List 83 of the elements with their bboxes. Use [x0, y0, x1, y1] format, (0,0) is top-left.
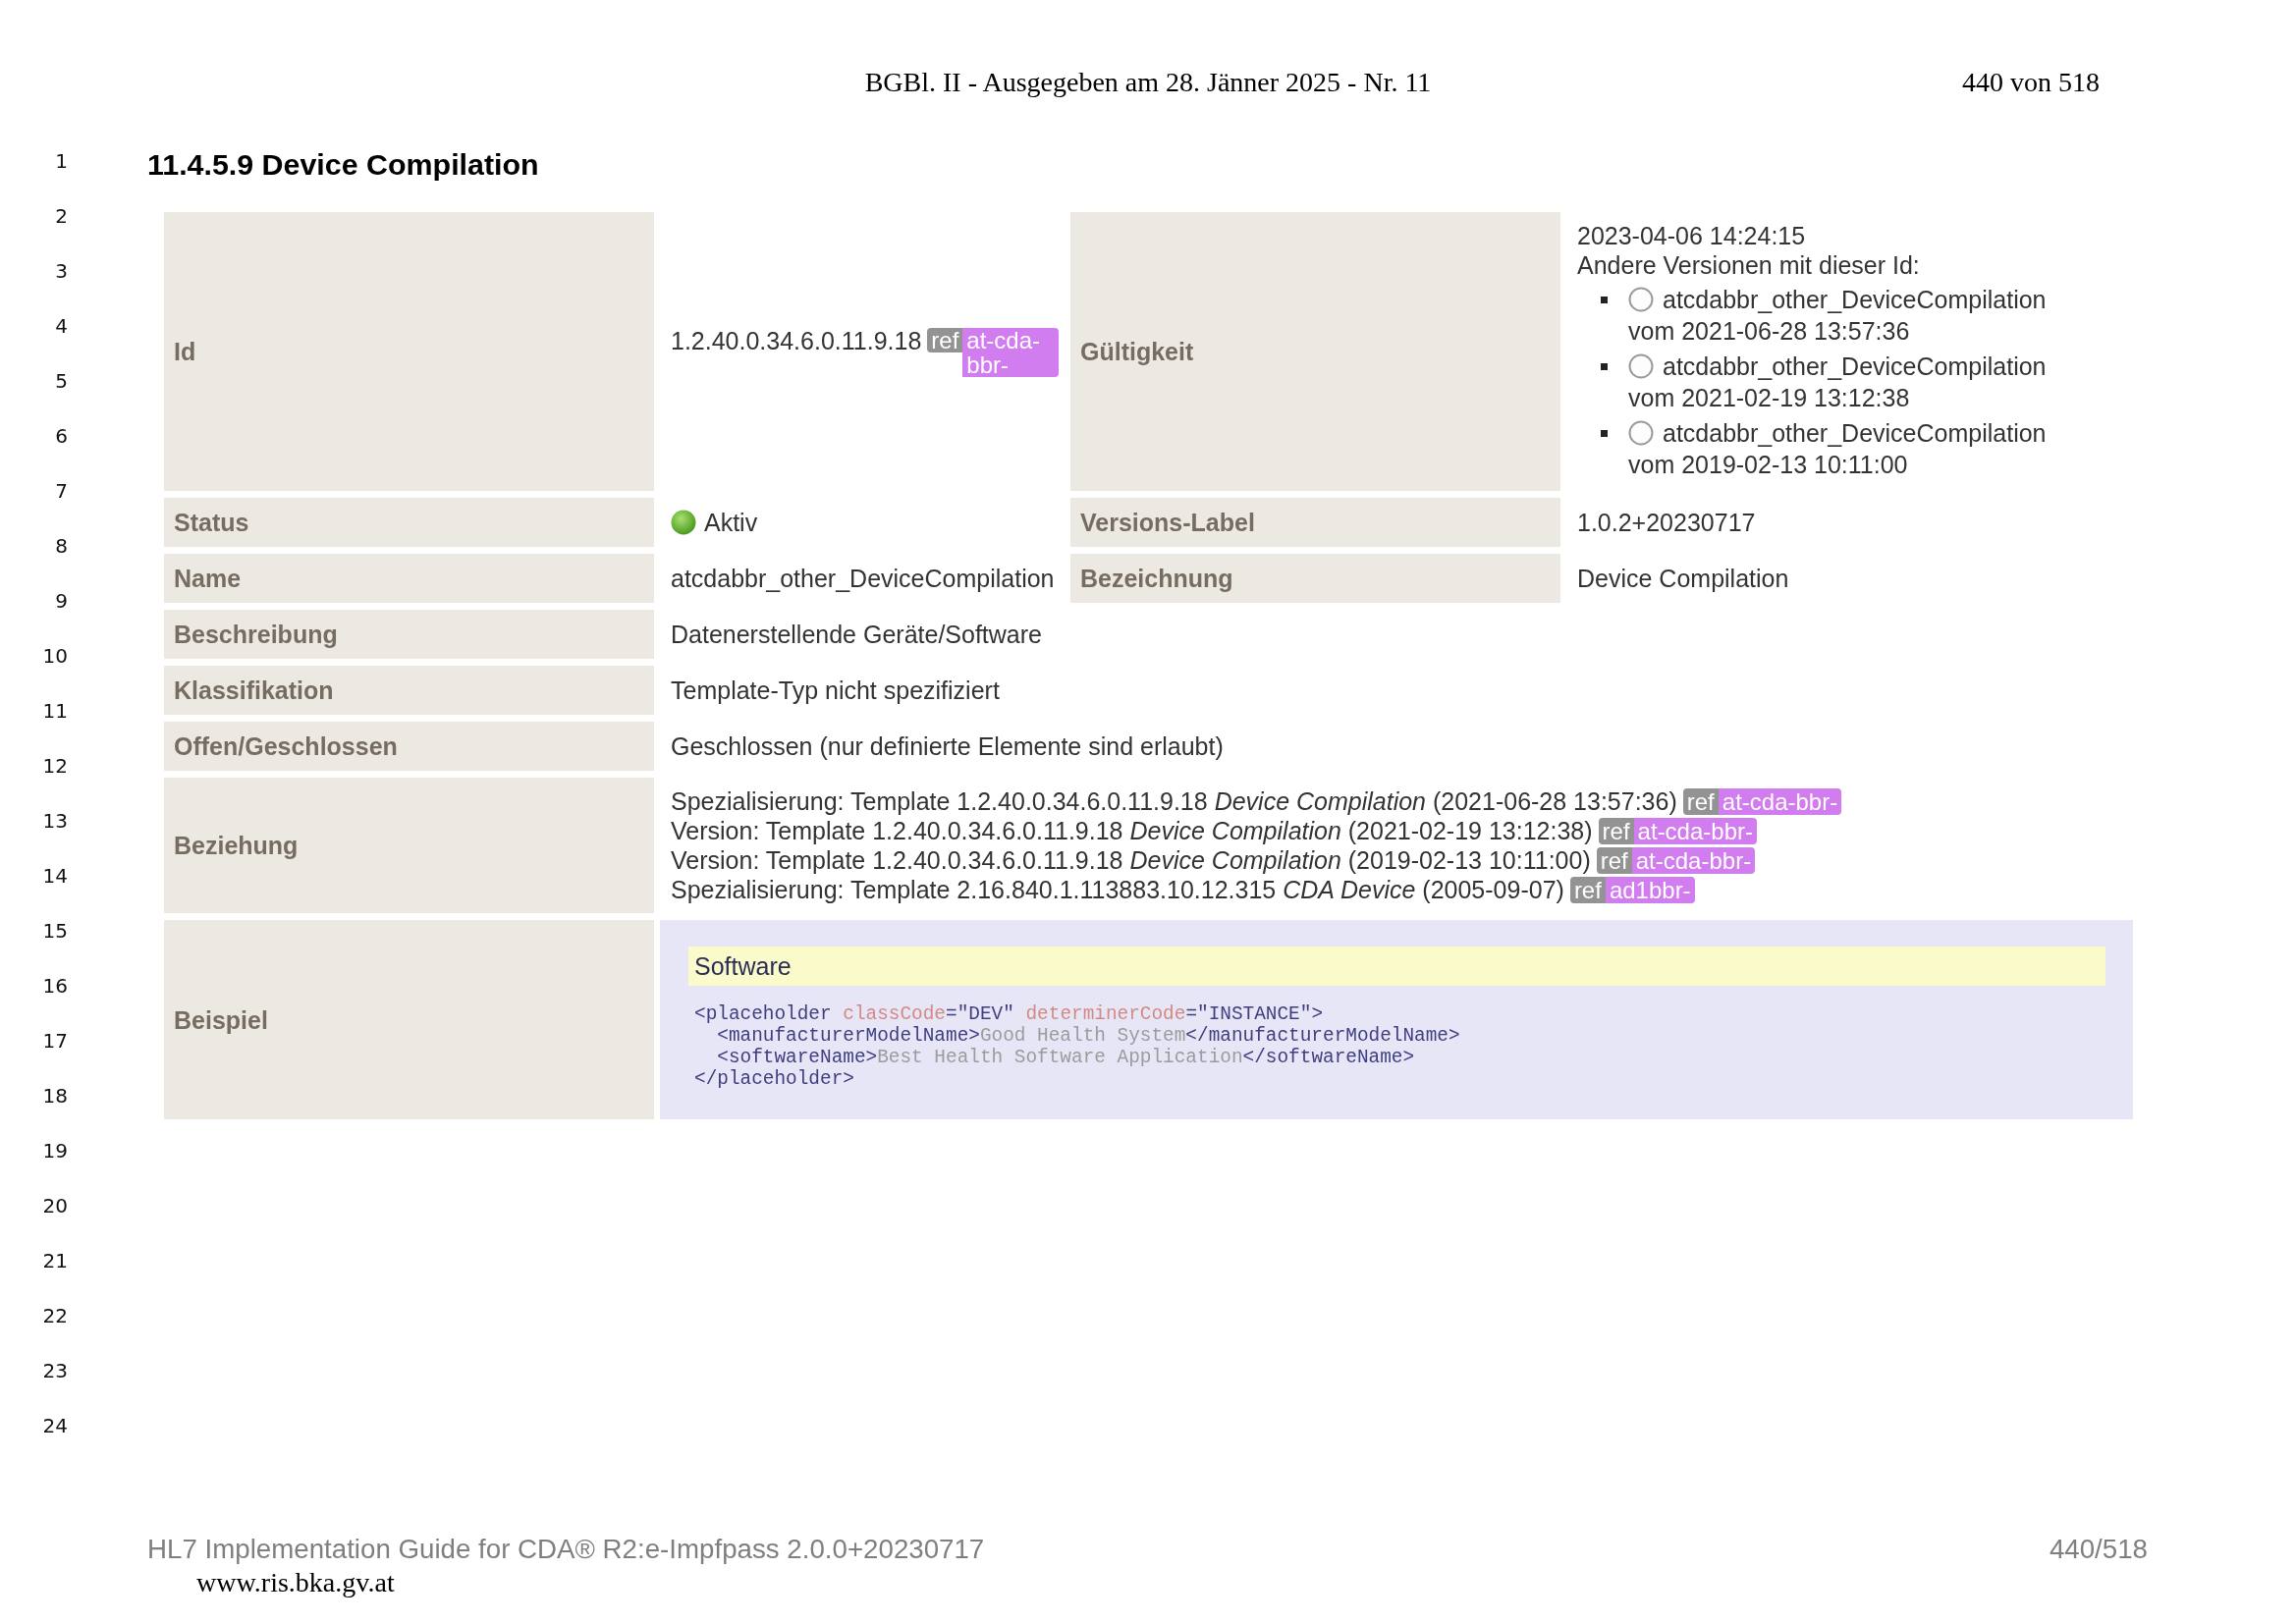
version-name[interactable]: atcdabbr_other_DeviceCompilation	[1663, 285, 2047, 314]
line-number: 15	[42, 919, 68, 943]
field-label: Beziehung	[164, 778, 654, 913]
field-label: Name	[164, 554, 654, 603]
prefix-badge[interactable]: at-cda-bbr-	[1718, 787, 1842, 815]
version-date: vom 2021-02-19 13:12:38	[1628, 383, 1911, 412]
prefix-badge[interactable]: at-cda-bbr-	[1633, 817, 1757, 844]
relation-text: Spezialisierung: Template 1.2.40.0.34.6.0.11.9.18 Device Compilation (2021-06-28 13:57:36)	[671, 786, 1677, 816]
line-number: 11	[42, 699, 68, 723]
line-number: 14	[42, 864, 68, 888]
field-label: Status	[164, 498, 654, 547]
line-number: 5	[55, 369, 68, 393]
field-label: Beispiel	[164, 920, 654, 1119]
circle-icon	[1628, 353, 1654, 379]
circle-icon	[1628, 287, 1654, 312]
field-value: Geschlossen (nur definierte Elemente sind erlaubt)	[671, 731, 1224, 761]
field-label: Klassifikation	[164, 666, 654, 715]
bullet-icon	[1601, 297, 1608, 303]
line-number: 19	[42, 1139, 68, 1163]
field-value: Template-Typ nicht spezifiziert	[671, 676, 1000, 705]
field-label: Bezeichnung	[1070, 554, 1560, 603]
ref-badge: ref	[1682, 787, 1719, 815]
relation-text: Version: Template 1.2.40.0.34.6.0.11.9.18 Device Compilation (2021-02-19 13:12:38)	[671, 816, 1593, 845]
prefix-badge[interactable]: at-cda-bbr-	[1631, 846, 1756, 874]
field-label: Gültigkeit	[1070, 212, 1560, 491]
field-value: 1.0.2+20230717	[1577, 508, 1756, 537]
version-name[interactable]: atcdabbr_other_DeviceCompilation	[1663, 352, 2047, 381]
line-number: 7	[55, 479, 68, 503]
gazette-header: BGBl. II - Ausgegeben am 28. Jänner 2025 - Nr. 11	[864, 66, 1432, 99]
field-label: Offen/Geschlossen	[164, 722, 654, 771]
page-number: 440/518	[2049, 1533, 2148, 1566]
guide-title: HL7 Implementation Guide for CDA® R2:e-Impfpass 2.0.0+20230717	[147, 1533, 985, 1566]
line-number: 22	[42, 1304, 68, 1327]
version-name[interactable]: atcdabbr_other_DeviceCompilation	[1663, 418, 2047, 448]
line-number: 12	[42, 754, 68, 778]
line-number: 3	[55, 259, 68, 283]
line-number: 20	[42, 1194, 68, 1217]
prefix-badge[interactable]: ad1bbr-	[1605, 876, 1695, 903]
website-url[interactable]: www.ris.bka.gv.at	[196, 1567, 395, 1597]
ref-badge: ref	[927, 328, 963, 352]
versions-heading: Andere Versionen mit dieser Id:	[1577, 250, 1920, 280]
field-label: Beschreibung	[164, 610, 654, 659]
validity-date: 2023-04-06 14:24:15	[1577, 221, 1806, 250]
circle-icon	[1628, 420, 1654, 446]
ref-badge: ref	[1598, 817, 1634, 844]
field-value: Device Compilation	[1577, 564, 1789, 593]
line-number: 13	[42, 809, 68, 833]
example-title: Software	[688, 947, 2105, 986]
line-number: 17	[42, 1029, 68, 1053]
ref-badge: ref	[1569, 876, 1606, 903]
status-dot-icon	[671, 510, 696, 535]
bullet-icon	[1601, 430, 1608, 437]
line-number: 6	[55, 424, 68, 448]
field-value: Datenerstellende Geräte/Software	[671, 620, 1042, 649]
code-line: <placeholder classCode="DEV" determinerCode="INSTANCE">	[694, 1003, 1324, 1025]
line-number: 2	[55, 204, 68, 228]
line-number: 24	[42, 1414, 68, 1437]
field-value: atcdabbr_other_DeviceCompilation	[671, 564, 1055, 593]
field-value: 1.2.40.0.34.6.0.11.9.18	[671, 326, 922, 355]
field-label: Id	[164, 212, 654, 491]
relation-text: Version: Template 1.2.40.0.34.6.0.11.9.18 Device Compilation (2019-02-13 10:11:00)	[671, 845, 1591, 875]
page-number: 440 von 518	[1962, 66, 2100, 99]
line-number: 16	[42, 974, 68, 998]
ref-badge: ref	[1596, 846, 1632, 874]
line-number: 10	[42, 644, 68, 668]
line-number: 9	[55, 589, 68, 613]
prefix-badge[interactable]: at-cda-bbr-	[962, 328, 1059, 377]
relation-text: Spezialisierung: Template 2.16.840.1.113883.10.12.315 CDA Device (2005-09-07)	[671, 875, 1564, 904]
line-number: 8	[55, 534, 68, 558]
bullet-icon	[1601, 363, 1608, 370]
code-line: <softwareName>Best Health Software Application</softwareName>	[716, 1047, 1415, 1068]
code-line: <manufacturerModelName>Good Health System</manufacturerModelName>	[716, 1025, 1460, 1047]
line-number: 4	[55, 314, 68, 338]
line-number: 23	[42, 1359, 68, 1382]
line-number: 21	[42, 1249, 68, 1272]
line-number: 1	[55, 149, 68, 173]
version-date: vom 2021-06-28 13:57:36	[1628, 316, 1911, 346]
version-date: vom 2019-02-13 10:11:00	[1628, 450, 1909, 479]
status-text: Aktiv	[704, 508, 758, 537]
field-label: Versions-Label	[1070, 498, 1560, 547]
code-line: </placeholder>	[694, 1068, 854, 1090]
line-number: 18	[42, 1084, 68, 1108]
section-heading: 11.4.5.9 Device Compilation	[147, 146, 540, 182]
